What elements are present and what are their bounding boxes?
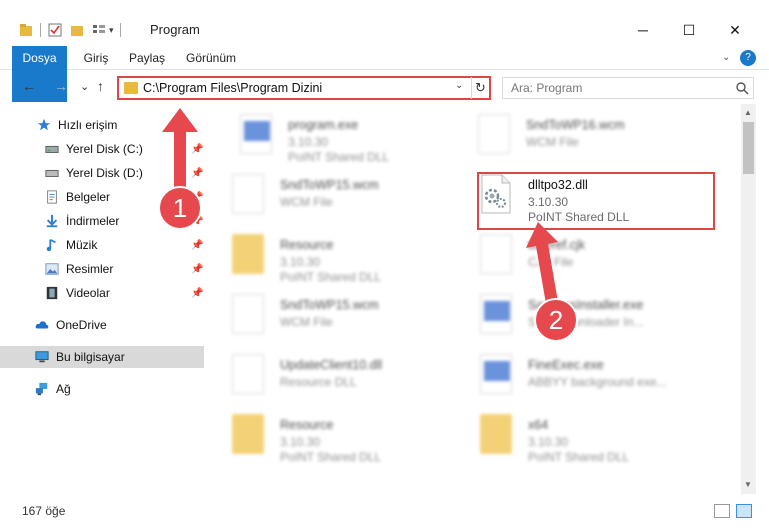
- address-dropdown-button[interactable]: ⌄: [455, 80, 463, 91]
- highlight-box: [477, 172, 715, 230]
- window-title: Program: [150, 22, 200, 37]
- forward-button[interactable]: →: [54, 78, 68, 94]
- folder-icon: [124, 82, 138, 94]
- folder-icon: [232, 234, 264, 274]
- pin-icon[interactable]: 📌: [191, 288, 203, 299]
- document-file-icon: [232, 174, 264, 214]
- exe-file-icon: [480, 294, 512, 334]
- file-item[interactable]: SamsmsInstaller.exe Sam Downloader In...: [480, 286, 720, 342]
- file-item[interactable]: SndToWP16.wcm WCM File: [478, 106, 718, 162]
- annotation-badge-1: 1: [158, 186, 202, 230]
- star-icon: [37, 118, 51, 131]
- exe-file-icon: [240, 114, 272, 154]
- divider: [40, 23, 41, 37]
- document-file-icon: [478, 114, 510, 154]
- file-item[interactable]: program.exe 3.10.30 PoINT Shared DLL: [240, 106, 480, 164]
- pin-icon[interactable]: 📌: [191, 240, 203, 251]
- close-button[interactable]: ✕: [712, 14, 758, 46]
- network-icon: [35, 382, 48, 396]
- file-item[interactable]: Resource 3.10.30 PoINT Shared DLL: [232, 406, 472, 464]
- folder-icon: [480, 414, 512, 454]
- status-bar: 167 öğe: [0, 500, 769, 524]
- dll-file-icon: [232, 354, 264, 394]
- document-file-icon: [232, 294, 264, 334]
- properties-icon[interactable]: [47, 22, 63, 38]
- tab-home[interactable]: Giriş: [76, 46, 116, 70]
- drive-icon: [45, 145, 59, 153]
- computer-icon: [35, 351, 49, 363]
- download-icon: [46, 214, 58, 228]
- sidebar-item-videos[interactable]: Videolar 📌: [0, 282, 204, 304]
- annotation-label-2: 2: [549, 305, 563, 335]
- help-icon[interactable]: ?: [740, 50, 756, 66]
- sidebar-item-pictures[interactable]: Resimler 📌: [0, 258, 204, 280]
- file-item[interactable]: UpdateClient10.dll Resource DLL: [232, 346, 472, 402]
- refresh-button[interactable]: ↻: [471, 77, 489, 99]
- file-item[interactable]: SndToWP15.wcm WCM File: [232, 286, 472, 342]
- new-folder-icon[interactable]: [69, 22, 85, 38]
- sidebar-item-onedrive[interactable]: OneDrive: [0, 314, 204, 336]
- documents-icon: [47, 190, 57, 204]
- item-count: 167 öğe: [22, 504, 66, 518]
- maximize-button[interactable]: ☐: [666, 14, 712, 46]
- address-path[interactable]: C:\Program Files\Program Dizini: [143, 81, 322, 95]
- quick-access-toolbar: ▾: [18, 20, 127, 40]
- exe-file-icon: [480, 354, 512, 394]
- dropdown-arrow-icon[interactable]: ▾: [109, 25, 114, 36]
- file-item[interactable]: SndToWP15.wcm WCM File: [232, 166, 472, 222]
- folder-icon: [232, 414, 264, 454]
- address-bar[interactable]: C:\Program Files\Program Dizini ⌄ ↻: [117, 76, 491, 100]
- pictures-icon: [45, 263, 59, 275]
- ribbon-tabs: Dosya Giriş Paylaş Görünüm ⌄ ?: [0, 46, 769, 102]
- drive-icon: [45, 169, 59, 177]
- file-item[interactable]: tokeref.cjk CJK File: [480, 226, 720, 282]
- tab-share[interactable]: Paylaş: [124, 46, 170, 70]
- file-item[interactable]: Resource 3.10.30 PoINT Shared DLL: [232, 226, 472, 284]
- minimize-button[interactable]: ─: [620, 14, 666, 46]
- music-icon: [46, 238, 56, 252]
- video-icon: [46, 286, 58, 300]
- tab-view[interactable]: Görünüm: [180, 46, 242, 70]
- file-list: program.exe 3.10.30 PoINT Shared DLL Snd…: [216, 104, 740, 494]
- annotation-label-1: 1: [173, 193, 187, 223]
- back-button[interactable]: ←: [22, 78, 36, 94]
- scrollbar-thumb[interactable]: [743, 122, 754, 174]
- tiles-view-button[interactable]: [736, 504, 752, 518]
- up-button[interactable]: ↑: [97, 78, 104, 94]
- recent-locations-button[interactable]: ⌄: [80, 80, 89, 93]
- sidebar-item-this-pc[interactable]: Bu bilgisayar: [0, 346, 204, 368]
- folder-icon: [20, 24, 32, 36]
- details-view-button[interactable]: [714, 504, 730, 518]
- pin-icon[interactable]: 📌: [191, 264, 203, 275]
- navigation-bar: ← → ⌄ ↑ C:\Program Files\Program Dizini …: [0, 72, 769, 104]
- customize-icon[interactable]: [91, 22, 107, 38]
- search-input[interactable]: Ara: Program: [502, 77, 754, 99]
- expand-ribbon-icon[interactable]: ⌄: [722, 52, 730, 63]
- annotation-badge-2: 2: [534, 298, 578, 342]
- vertical-scrollbar[interactable]: ▲ ▼: [741, 104, 756, 494]
- search-placeholder: Ara: Program: [511, 81, 583, 95]
- file-item[interactable]: FineExec.exe ABBYY background exe...: [480, 346, 720, 402]
- scroll-up-icon[interactable]: ▲: [744, 108, 752, 117]
- magnifier-icon[interactable]: [735, 81, 749, 95]
- document-file-icon: [480, 234, 512, 274]
- file-item[interactable]: x64 3.10.30 PoINT Shared DLL: [480, 406, 720, 464]
- cloud-icon: [35, 321, 49, 329]
- divider: [119, 23, 121, 37]
- sidebar-item-network[interactable]: Ağ: [0, 378, 204, 400]
- scroll-down-icon[interactable]: ▼: [744, 480, 752, 489]
- title-bar: ▾ Program ─ ☐ ✕: [0, 0, 769, 44]
